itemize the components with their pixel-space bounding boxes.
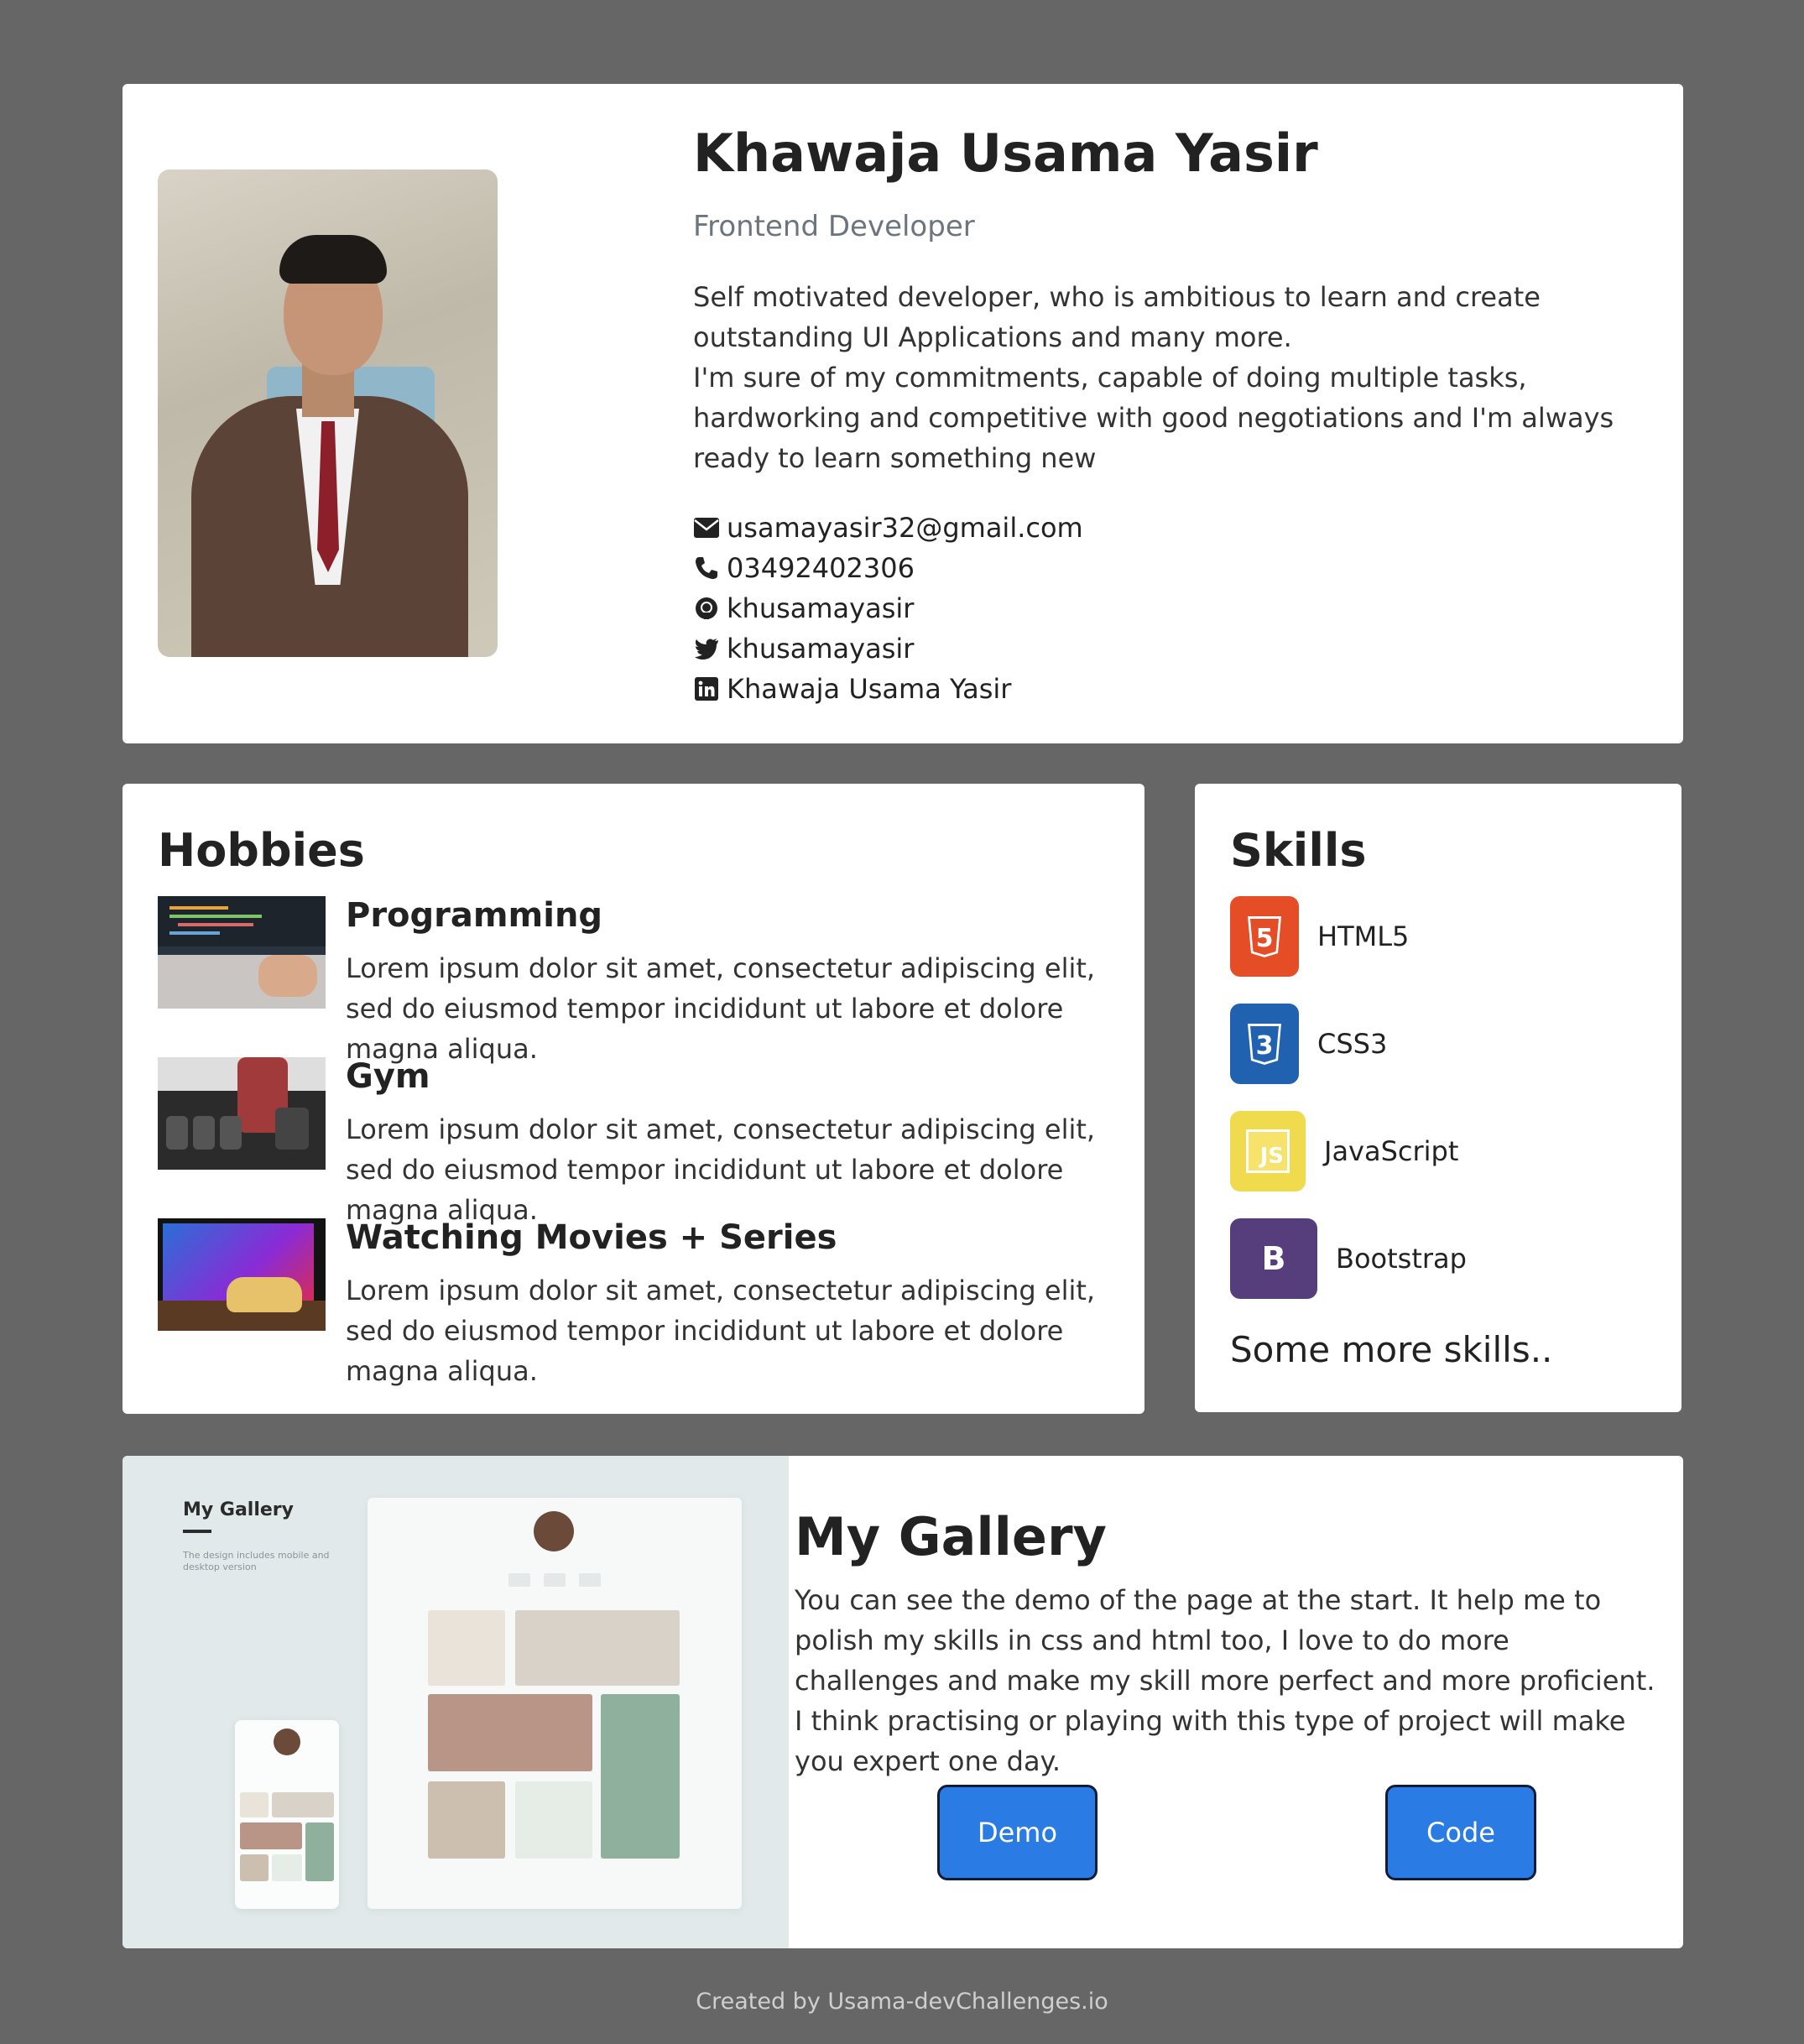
phone-text[interactable]: 03492402306 (727, 548, 915, 588)
movies-image (158, 1218, 326, 1331)
hobby-description: Lorem ipsum dolor sit amet, consectetur … (346, 1113, 1096, 1226)
skill-item-css3: 3 CSS3 (1230, 1004, 1387, 1084)
hobby-title: Programming (346, 896, 603, 935)
email-text[interactable]: usamayasir32@gmail.com (727, 508, 1083, 548)
twitter-text[interactable]: khusamayasir (727, 628, 914, 669)
programming-image (158, 896, 326, 1009)
phone-icon (693, 555, 720, 581)
hobbies-card: Hobbies Programming Lorem ipsum dolor si… (123, 784, 1144, 1414)
profile-card: Khawaja Usama Yasir Frontend Developer S… (123, 84, 1683, 743)
skill-item-html5: 5 HTML5 (1230, 896, 1409, 977)
profile-name: Khawaja Usama Yasir (693, 123, 1318, 184)
skill-label: JavaScript (1324, 1135, 1459, 1167)
contact-phone[interactable]: 03492402306 (693, 548, 1083, 588)
bio-paragraph-1: Self motivated developer, who is ambitio… (693, 281, 1541, 353)
code-button[interactable]: Code (1385, 1785, 1536, 1880)
hobby-description: Lorem ipsum dolor sit amet, consectetur … (346, 1275, 1096, 1387)
bio-paragraph-2: I'm sure of my commitments, capable of d… (693, 362, 1614, 474)
css3-icon: 3 (1230, 1004, 1299, 1084)
hobby-item: Programming Lorem ipsum dolor sit amet, … (158, 896, 1114, 1065)
bootstrap-icon: B (1230, 1218, 1317, 1299)
linkedin-text[interactable]: Khawaja Usama Yasir (727, 669, 1011, 709)
hobby-title: Watching Movies + Series (346, 1218, 837, 1257)
javascript-icon: JS (1230, 1111, 1306, 1191)
profile-bio: Self motivated developer, who is ambitio… (693, 277, 1666, 478)
skill-label: CSS3 (1317, 1028, 1388, 1060)
svg-text:5: 5 (1256, 924, 1274, 953)
bootstrap-glyph: B (1261, 1240, 1286, 1277)
javascript-glyph: JS (1246, 1129, 1290, 1173)
html5-icon: 5 (1230, 896, 1299, 977)
svg-text:3: 3 (1256, 1031, 1274, 1061)
gallery-card: My Gallery The design includes mobile an… (123, 1456, 1683, 1948)
gallery-title: My Gallery (795, 1506, 1107, 1567)
skill-label: HTML5 (1317, 920, 1410, 952)
contact-linkedin[interactable]: Khawaja Usama Yasir (693, 669, 1083, 709)
skill-label: Bootstrap (1336, 1243, 1467, 1275)
contact-list: usamayasir32@gmail.com 03492402306 khusa… (693, 508, 1083, 709)
linkedin-icon (693, 675, 720, 702)
github-text[interactable]: khusamayasir (727, 588, 914, 628)
contact-github[interactable]: khusamayasir (693, 588, 1083, 628)
more-skills-link[interactable]: Some more skills.. (1230, 1329, 1552, 1370)
skill-item-bootstrap: B Bootstrap (1230, 1218, 1467, 1299)
skill-item-javascript: JS JavaScript (1230, 1111, 1458, 1191)
preview-desktop-mockup (368, 1498, 742, 1909)
hobby-item: Gym Lorem ipsum dolor sit amet, consecte… (158, 1057, 1114, 1226)
profile-photo (158, 169, 498, 657)
hobbies-title: Hobbies (158, 824, 365, 877)
demo-button[interactable]: Demo (937, 1785, 1098, 1880)
hobby-title: Gym (346, 1057, 430, 1096)
hobby-description: Lorem ipsum dolor sit amet, consectetur … (346, 952, 1096, 1065)
github-icon (693, 595, 720, 622)
gym-image (158, 1057, 326, 1170)
gallery-description: You can see the demo of the page at the … (795, 1584, 1655, 1777)
preview-mobile-mockup (235, 1720, 339, 1909)
envelope-icon (693, 514, 720, 541)
contact-twitter[interactable]: khusamayasir (693, 628, 1083, 669)
skills-card: Skills 5 HTML5 3 CSS3 JS JavaScript B Bo… (1195, 784, 1681, 1412)
contact-email[interactable]: usamayasir32@gmail.com (693, 508, 1083, 548)
preview-title: My Gallery (183, 1499, 294, 1520)
hobby-item: Watching Movies + Series Lorem ipsum dol… (158, 1218, 1114, 1387)
profile-role: Frontend Developer (693, 210, 975, 243)
preview-subtitle: The design includes mobile and desktop v… (183, 1550, 330, 1572)
twitter-icon (693, 635, 720, 662)
footer-credit: Created by Usama-devChallenges.io (696, 1989, 1108, 2015)
skills-title: Skills (1230, 824, 1367, 877)
gallery-preview-image: My Gallery The design includes mobile an… (123, 1456, 789, 1948)
